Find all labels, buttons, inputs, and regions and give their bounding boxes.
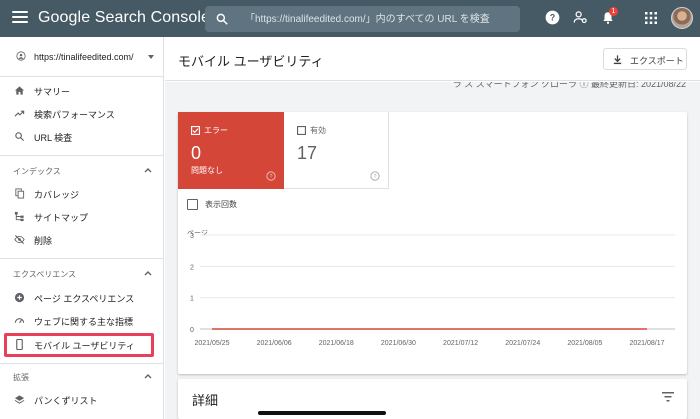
svg-text:?: ? — [373, 174, 376, 180]
sidebar-item-breadcrumbs[interactable]: パンくずリスト — [0, 389, 158, 411]
sidebar-item-removals[interactable]: 削除 — [0, 229, 158, 251]
add-circle-icon — [14, 292, 25, 303]
avatar[interactable] — [671, 7, 693, 29]
trending-up-icon — [14, 110, 25, 117]
highlight-box — [4, 333, 154, 357]
x-tick-label: 2021/07/24 — [505, 340, 540, 347]
sidebar-item-label: サイトマップ — [34, 213, 89, 223]
export-label: エクスポート — [630, 56, 684, 66]
details-card: 詳細 — [178, 379, 687, 419]
sidebar-item-page-experience[interactable]: ページ エクスペリエンス — [0, 287, 158, 309]
x-tick-label: 2021/05/25 — [194, 340, 229, 347]
checkbox-checked-icon — [191, 126, 200, 135]
divider — [0, 258, 164, 259]
sidebar-item-label: ウェブに関する主な指標 — [34, 317, 134, 327]
y-tick-label: 3 — [190, 233, 194, 240]
section-header-enhancements[interactable]: 拡張 — [0, 368, 164, 386]
sidebar-item-url-inspection[interactable]: URL 検査 — [0, 126, 158, 148]
apps-grid-icon[interactable] — [645, 12, 657, 24]
page-title: モバイル ユーザビリティ — [178, 54, 324, 69]
divider — [0, 363, 164, 364]
export-button[interactable]: エクスポート — [603, 48, 687, 70]
help-outline-icon[interactable]: ? — [370, 171, 380, 181]
property-selector[interactable]: https://tinalifeedited.com/ — [8, 43, 158, 71]
svg-text:?: ? — [550, 13, 555, 23]
section-label: 拡張 — [13, 373, 29, 382]
app-title[interactable]: Google Search Console — [38, 9, 210, 27]
sidebar-item-core-web-vitals[interactable]: ウェブに関する主な指標 — [0, 310, 158, 332]
impressions-checkbox[interactable] — [187, 199, 198, 210]
visibility-off-icon — [14, 234, 25, 245]
x-tick-label: 2021/06/06 — [257, 340, 292, 347]
divider — [0, 76, 164, 77]
main-content: ラ ス スマートフォン クローラ ⓘ 最終更新日: 2021/08/22 エラー… — [165, 82, 700, 419]
x-tick-label: 2021/06/18 — [319, 340, 354, 347]
crawler-info-bar: ラ ス スマートフォン クローラ ⓘ 最終更新日: 2021/08/22 — [165, 82, 700, 92]
sidebar-item-label: サマリー — [34, 87, 71, 97]
layers-icon — [14, 395, 25, 404]
x-tick-label: 2021/08/05 — [567, 340, 602, 347]
chevron-up-icon — [144, 271, 152, 276]
sidebar-item-label: ページ エクスペリエンス — [34, 294, 135, 304]
error-subtext: 問題なし — [191, 166, 223, 175]
home-indicator — [258, 411, 386, 415]
sidebar-item-performance[interactable]: 検索パフォーマンス — [0, 103, 158, 125]
section-header-experience[interactable]: エクスペリエンス — [0, 265, 164, 283]
download-icon — [613, 55, 622, 65]
error-count: 0 — [191, 143, 202, 163]
manage-users-icon[interactable] — [573, 10, 588, 25]
help-outline-icon[interactable]: ? — [266, 171, 276, 181]
search-icon — [15, 132, 25, 142]
sidebar-item-label: パンくずリスト — [34, 396, 98, 406]
sidebar-item-label: カバレッジ — [34, 190, 80, 200]
sidebar-item-coverage[interactable]: カバレッジ — [0, 183, 158, 205]
sidebar-item-summary[interactable]: サマリー — [0, 80, 158, 102]
svg-text:?: ? — [269, 174, 272, 180]
valid-label: 有効 — [310, 126, 326, 135]
sidebar: https://tinalifeedited.com/ サマリー 検索パフォーマ… — [0, 37, 164, 419]
sitemap-icon — [14, 211, 24, 222]
sidebar-item-label: 削除 — [34, 236, 53, 246]
property-url: https://tinalifeedited.com/ — [34, 52, 134, 62]
page-header: モバイル ユーザビリティ エクスポート — [165, 37, 700, 81]
top-app-bar: Google Search Console ? 1 — [0, 0, 700, 37]
crawler-info-text: ラ ス スマートフォン クローラ ⓘ 最終更新日: 2021/08/22 — [452, 82, 686, 89]
error-tile[interactable]: エラー 0 問題なし ? — [178, 112, 284, 189]
y-tick-label: 0 — [190, 327, 194, 334]
error-label: エラー — [204, 126, 228, 135]
valid-count: 17 — [297, 143, 318, 163]
status-card: エラー 0 問題なし ? 有効 17 ? 表示回数 ページ 3 2 1 0 2021/0… — [178, 112, 687, 374]
chevron-up-icon — [144, 374, 152, 379]
globe-icon — [16, 51, 26, 61]
search-icon — [216, 13, 228, 25]
copy-icon — [15, 188, 25, 199]
checkbox-unchecked-icon — [297, 126, 306, 135]
speed-gauge-icon — [14, 318, 25, 324]
hamburger-menu-icon[interactable] — [12, 11, 28, 25]
y-tick-label: 1 — [190, 296, 194, 303]
details-title: 詳細 — [192, 393, 219, 408]
x-tick-label: 2021/06/30 — [381, 340, 416, 347]
section-header-index[interactable]: インデックス — [0, 162, 164, 180]
help-icon[interactable]: ? — [545, 10, 560, 25]
sidebar-item-label: 検索パフォーマンス — [34, 110, 115, 120]
section-label: インデックス — [13, 167, 61, 176]
home-icon — [14, 86, 25, 95]
sidebar-item-label: URL 検査 — [34, 133, 73, 143]
divider — [0, 155, 164, 156]
pages-chart: 3 2 1 02021/05/25 2021/06/06 2021/06/18 2021/0… — [190, 233, 675, 347]
x-tick-label: 2021/08/17 — [629, 340, 664, 347]
sidebar-item-sitemaps[interactable]: サイトマップ — [0, 206, 158, 228]
valid-tile[interactable]: 有効 17 ? — [284, 112, 389, 189]
chevron-up-icon — [144, 168, 152, 173]
y-tick-label: 2 — [190, 264, 194, 271]
x-tick-label: 2021/07/12 — [443, 340, 478, 347]
filter-icon[interactable] — [662, 392, 674, 402]
section-label: エクスペリエンス — [13, 270, 77, 279]
search-input[interactable] — [245, 10, 515, 28]
notification-badge: 1 — [609, 7, 618, 16]
chevron-down-icon — [148, 55, 154, 59]
impressions-label: 表示回数 — [205, 200, 237, 209]
url-inspect-search[interactable] — [205, 6, 520, 32]
